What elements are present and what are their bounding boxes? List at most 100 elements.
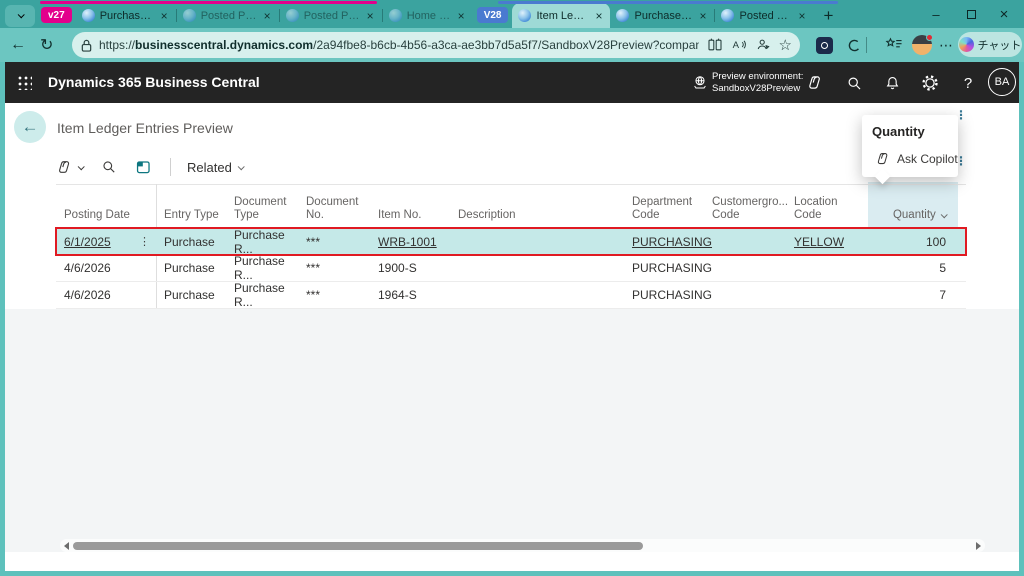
column-header-item-no[interactable]: Item No.	[370, 209, 450, 228]
window-maximize-button[interactable]	[956, 0, 986, 28]
window-close-button[interactable]: ×	[989, 0, 1019, 28]
tab-close-icon[interactable]: ×	[796, 9, 807, 23]
tab-purchase-order[interactable]: Purchase Orde ×	[610, 4, 714, 28]
table-row-selected[interactable]: 6/1/2025⋮ Purchase Purchase R... *** WRB…	[56, 228, 966, 255]
app-title[interactable]: Dynamics 365 Business Central	[48, 74, 260, 90]
new-tab-button[interactable]: +	[813, 4, 843, 28]
profile-icon[interactable]	[755, 37, 771, 53]
tab-item-ledger-entries[interactable]: Item Ledger E ×	[512, 3, 610, 28]
toolbar-divider	[170, 158, 171, 176]
bottom-strip	[5, 552, 1019, 571]
page-content: Dynamics 365 Business Central Preview en…	[5, 62, 1019, 571]
split-screen-icon[interactable]	[707, 37, 723, 53]
business-central-favicon	[82, 9, 95, 22]
business-central-favicon	[183, 9, 196, 22]
read-aloud-icon[interactable]: A	[731, 37, 747, 53]
scroll-left-arrow[interactable]	[64, 542, 69, 550]
column-header-location-code[interactable]: Location Code	[786, 196, 868, 228]
url-field[interactable]: https://businesscentral.dynamics.com/2a9…	[72, 32, 800, 58]
tab-group-v27[interactable]: v27	[41, 7, 72, 23]
location-code-link[interactable]: YELLOW	[794, 235, 844, 249]
tab-group-line-v27	[40, 1, 377, 4]
toolbar-separator	[863, 35, 869, 55]
search-toolbar-button[interactable]	[101, 159, 117, 175]
search-icon[interactable]	[842, 71, 866, 95]
business-central-favicon	[721, 9, 734, 22]
app-header: Dynamics 365 Business Central Preview en…	[5, 62, 1019, 103]
department-code-link[interactable]: PURCHASING	[632, 235, 712, 249]
tab-posted-purchase-2[interactable]: Posted Purcha ×	[280, 4, 382, 28]
chevron-down-icon	[17, 11, 24, 18]
favorites-bar-icon[interactable]	[884, 35, 904, 55]
business-central-favicon	[518, 9, 531, 22]
ask-copilot-button[interactable]: Ask Copilot	[875, 151, 958, 167]
tab-close-icon[interactable]: ×	[262, 9, 273, 23]
environment-icon	[688, 71, 712, 95]
badge-glyph	[821, 42, 828, 49]
browser-window: v27 Purchase Invoi × Posted Purcha × Pos…	[0, 0, 1024, 576]
tab-search-button[interactable]	[5, 5, 35, 27]
row-menu-icon[interactable]: ⋮	[139, 235, 156, 248]
refresh-button[interactable]: ↻	[40, 28, 53, 62]
posting-date-link[interactable]: 6/1/2025	[64, 235, 111, 249]
url-text: https://businesscentral.dynamics.com/2a9…	[99, 38, 699, 52]
settings-gear-icon[interactable]	[918, 71, 942, 95]
back-arrow-icon: ←	[10, 36, 26, 54]
user-avatar[interactable]: BA	[988, 68, 1016, 96]
page-title: Item Ledger Entries Preview	[57, 120, 233, 136]
tab-group-v28[interactable]: V28	[477, 7, 509, 23]
column-header-posting-date[interactable]: Posting Date	[56, 209, 156, 228]
column-header-customergroup-code[interactable]: Customergro...Code	[704, 196, 786, 228]
tab-posted-purchase-1[interactable]: Posted Purcha ×	[177, 4, 279, 28]
tab-close-icon[interactable]: ×	[456, 9, 467, 23]
extension-badge-icon[interactable]	[814, 35, 834, 55]
tab-purchase-invoice[interactable]: Purchase Invoi ×	[76, 4, 176, 28]
copilot-toolbar-button[interactable]	[56, 159, 83, 176]
notifications-bell-icon[interactable]	[880, 71, 904, 95]
tab-group-line-v28	[498, 1, 838, 4]
chevron-down-icon	[78, 163, 85, 170]
scrollbar-thumb[interactable]	[73, 542, 643, 550]
sort-chevron-icon	[941, 211, 948, 218]
column-header-quantity[interactable]: Quantity	[868, 209, 958, 228]
tab-home-business[interactable]: Home - Busin ×	[383, 4, 473, 28]
tab-posted-purchase-3[interactable]: Posted Purcha ×	[715, 4, 813, 28]
table-row[interactable]: 4/6/2026 Purchase Purchase R... *** 1900…	[56, 255, 966, 282]
item-no-link[interactable]: WRB-1001	[378, 235, 437, 249]
back-arrow-icon: ←	[22, 117, 39, 137]
chevron-down-icon	[237, 163, 244, 170]
scroll-right-arrow[interactable]	[976, 542, 981, 550]
window-minimize-button[interactable]: –	[921, 0, 951, 28]
browser-menu-icon[interactable]: ⋯	[936, 35, 956, 55]
horizontal-scrollbar[interactable]	[60, 539, 985, 552]
help-icon[interactable]: ?	[956, 71, 980, 95]
maximize-icon	[967, 10, 976, 19]
back-button[interactable]: ←	[10, 28, 26, 62]
copilot-chat-button[interactable]: チャット	[958, 32, 1022, 57]
copilot-header-icon[interactable]	[803, 71, 827, 95]
svg-text:A: A	[732, 40, 739, 51]
analyze-toolbar-button[interactable]	[135, 159, 152, 176]
tab-close-icon[interactable]: ×	[697, 9, 708, 23]
notification-dot	[926, 34, 933, 41]
copilot-icon	[959, 37, 974, 52]
page-back-button[interactable]: ←	[14, 111, 46, 143]
extensions-icon[interactable]	[844, 35, 864, 55]
quantity-cell: 5	[868, 261, 958, 275]
popup-title: Quantity	[872, 124, 925, 139]
copilot-icon	[875, 151, 891, 167]
column-header-document-no[interactable]: DocumentNo.	[298, 196, 370, 228]
favorite-star-icon[interactable]: ☆	[779, 36, 792, 54]
column-header-document-type[interactable]: DocumentType	[226, 196, 298, 228]
browser-avatar[interactable]	[912, 35, 932, 55]
column-header-description[interactable]: Description	[450, 209, 624, 228]
table-row[interactable]: 4/6/2026 Purchase Purchase R... *** 1964…	[56, 282, 966, 309]
related-menu-button[interactable]: Related	[187, 160, 243, 175]
environment-label[interactable]: Preview environment:SandboxV28Preview	[712, 71, 803, 95]
column-header-department-code[interactable]: DepartmentCode	[624, 196, 704, 228]
column-header-entry-type[interactable]: Entry Type	[156, 209, 226, 228]
tab-close-icon[interactable]: ×	[159, 9, 170, 23]
tab-close-icon[interactable]: ×	[593, 9, 604, 23]
tab-close-icon[interactable]: ×	[365, 9, 376, 23]
waffle-menu-icon[interactable]	[17, 75, 32, 90]
